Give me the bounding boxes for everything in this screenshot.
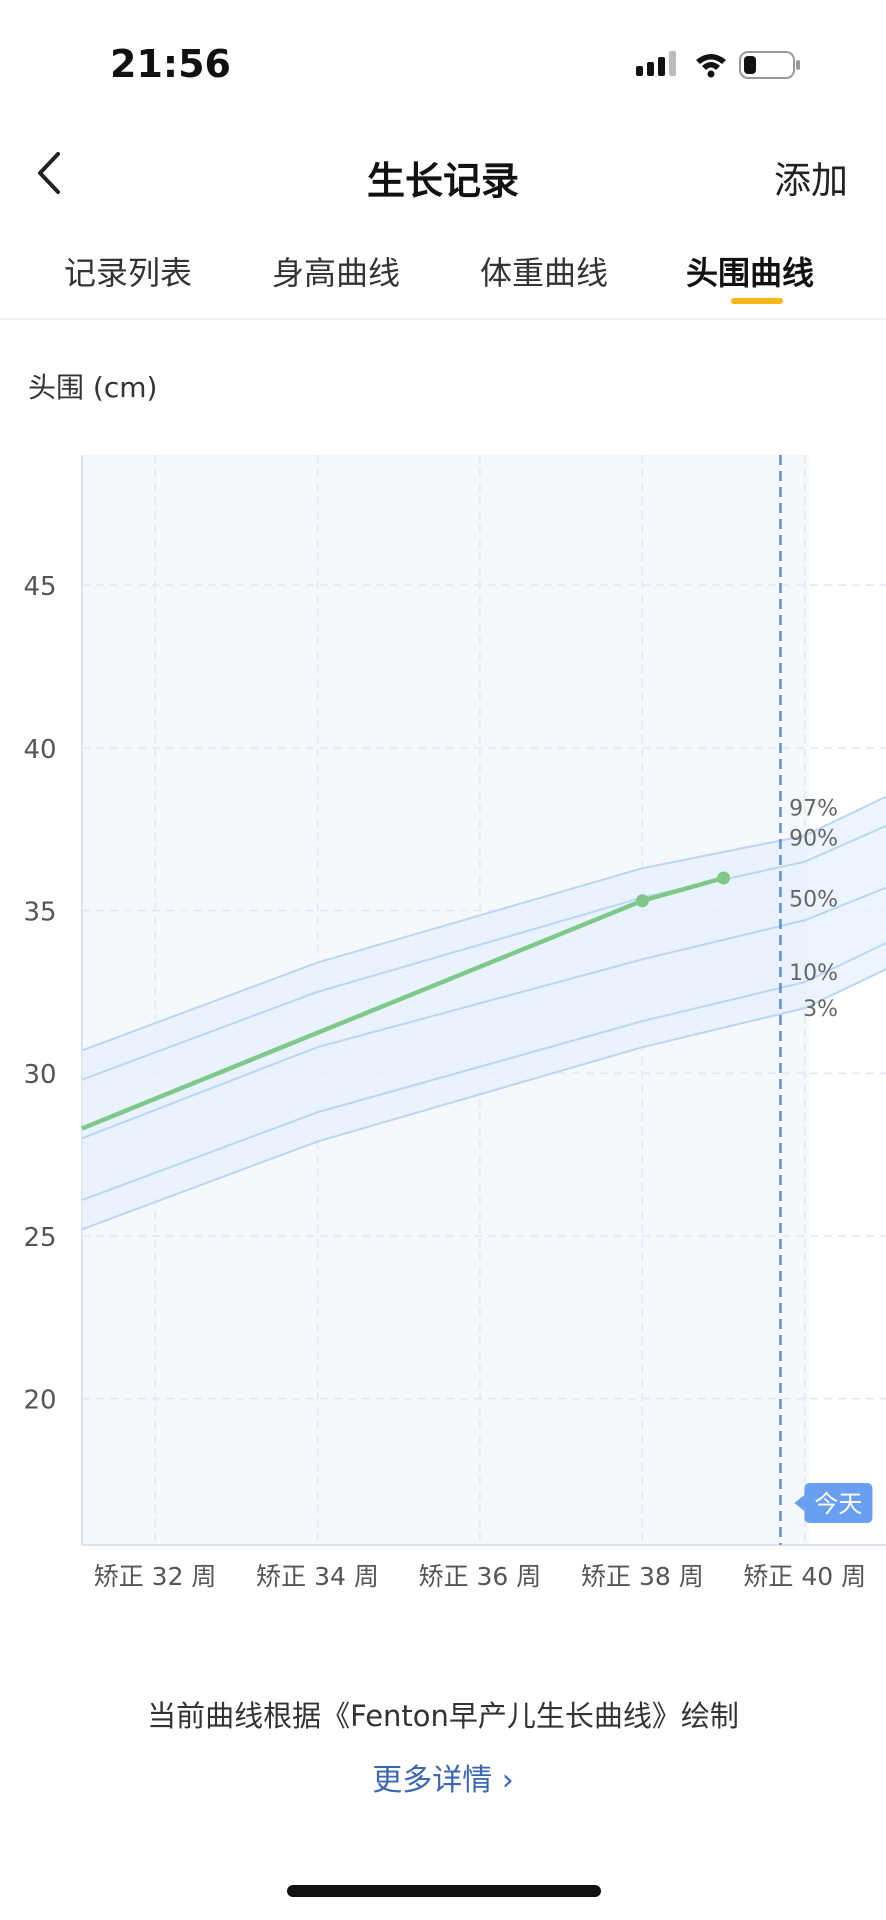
y-tick-label: 20: [23, 1386, 56, 1416]
today-tag-label: 今天: [814, 1490, 862, 1518]
tab-head-circumference-curve[interactable]: 头围曲线: [686, 248, 814, 294]
wifi-icon: [696, 54, 726, 78]
y-tick-label: 25: [23, 1223, 56, 1253]
tab-record-list[interactable]: 记录列表: [64, 248, 192, 294]
percentile-label: 97%: [789, 797, 838, 822]
tab-bar: 记录列表 身高曲线 体重曲线 头围曲线: [0, 248, 886, 318]
page-title: 生长记录: [366, 159, 519, 203]
percentile-label: 50%: [789, 887, 838, 912]
tab-height-curve[interactable]: 身高曲线: [272, 248, 400, 294]
x-tick-label: 矫正 40 周: [743, 1562, 866, 1591]
home-indicator: [287, 1885, 601, 1897]
percentile-label: 3%: [803, 997, 838, 1022]
head-circumference-chart: 20 25 30 35 40 45 矫正 32 周 矫正 34 周 矫正 36 周 矫正 38 周…: [23, 455, 886, 1591]
more-details-link[interactable]: 更多详情 ›: [0, 1755, 886, 1799]
tabs-divider: [0, 318, 886, 320]
y-axis-title: 头围 (cm): [28, 371, 158, 404]
curve-source-note: 当前曲线根据《Fenton早产儿生长曲线》绘制: [147, 1699, 739, 1733]
percentile-label: 90%: [789, 827, 838, 852]
y-tick-label: 45: [23, 572, 56, 602]
active-tab-indicator: [731, 298, 783, 304]
percentile-label: 10%: [789, 961, 838, 986]
growth-data-point: [635, 894, 649, 908]
signal-icon: [636, 51, 676, 76]
status-time: 21:56: [110, 42, 231, 86]
status-icons: [636, 51, 800, 79]
growth-data-point: [717, 871, 731, 885]
y-tick-label: 30: [23, 1060, 56, 1090]
x-tick-label: 矫正 34 周: [256, 1562, 379, 1591]
x-tick-label: 矫正 36 周: [419, 1562, 542, 1591]
y-tick-label: 35: [23, 898, 56, 928]
battery-icon: [739, 51, 800, 79]
x-tick-label: 矫正 38 周: [581, 1562, 704, 1591]
tab-weight-curve[interactable]: 体重曲线: [480, 248, 608, 294]
x-tick-label: 矫正 32 周: [94, 1562, 217, 1591]
add-button[interactable]: 添加: [774, 150, 848, 204]
y-tick-label: 40: [23, 735, 56, 765]
